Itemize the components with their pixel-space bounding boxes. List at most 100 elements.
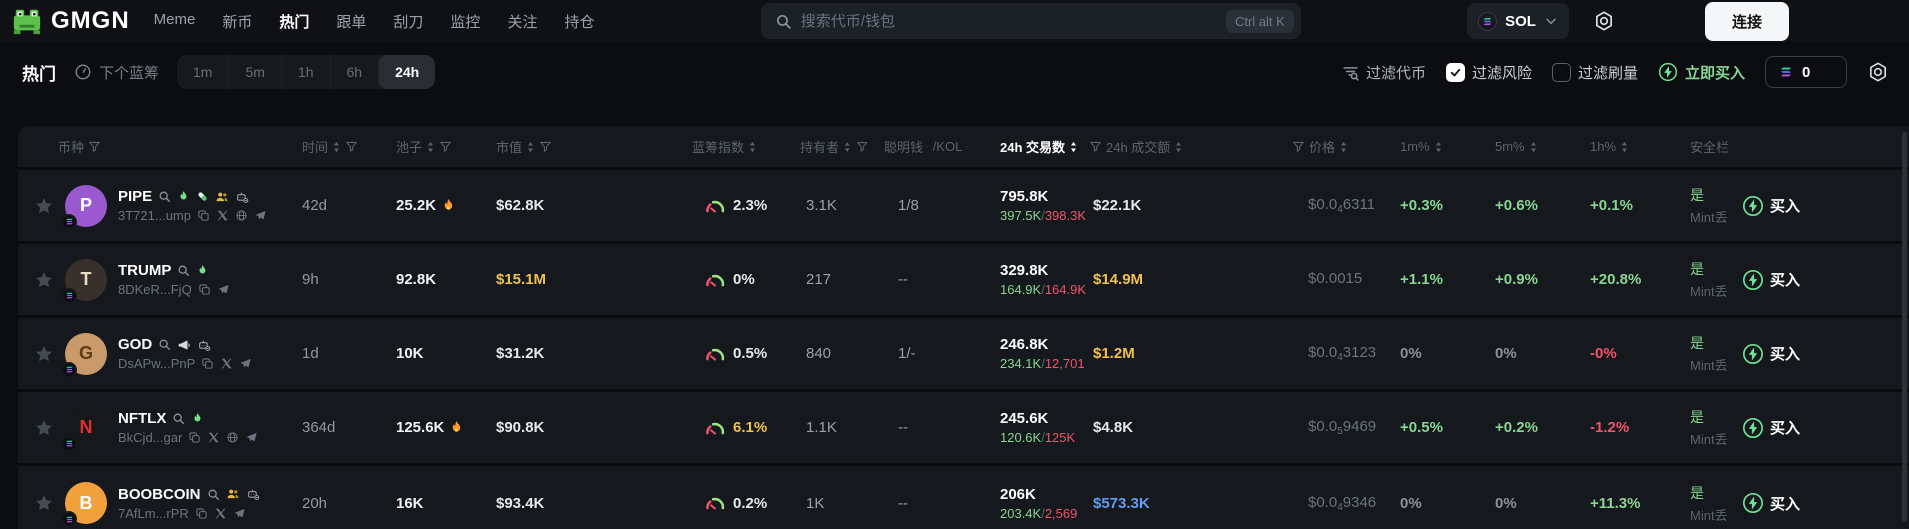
x-icon[interactable] <box>214 507 227 520</box>
buy-button[interactable]: 买入 <box>1742 492 1800 514</box>
buy-button[interactable]: 买入 <box>1742 195 1800 217</box>
sort-icon[interactable] <box>1529 140 1538 154</box>
search-bar[interactable]: Ctrl alt K <box>760 3 1301 39</box>
x-icon[interactable] <box>207 431 220 444</box>
filter-wash-toggle[interactable]: 过滤刷量 <box>1551 62 1638 83</box>
brand[interactable]: GMGN <box>12 6 130 36</box>
tab-24h[interactable]: 24h <box>379 55 436 89</box>
token-symbol[interactable]: NFTLX <box>118 410 166 427</box>
nav-item-holdings[interactable]: 持仓 <box>564 11 594 32</box>
header-volume[interactable]: 24h 成交额 <box>1083 137 1198 156</box>
telegram-icon[interactable] <box>233 507 246 520</box>
filter-funnel-icon[interactable] <box>1292 140 1305 153</box>
x-icon[interactable] <box>220 357 233 370</box>
header-bluechip[interactable]: 蓝筹指数 <box>592 137 776 156</box>
sort-icon[interactable] <box>332 140 341 154</box>
checkbox-unchecked-icon[interactable] <box>1551 62 1571 82</box>
favorite-star-icon[interactable] <box>34 493 54 513</box>
avatar[interactable]: G <box>61 332 107 378</box>
filter-funnel-icon[interactable] <box>345 140 358 153</box>
favorite-star-icon[interactable] <box>34 418 54 438</box>
list-settings-gear-icon[interactable] <box>1867 61 1889 83</box>
tab-5m[interactable]: 5m <box>229 55 282 89</box>
avatar[interactable]: B <box>61 482 107 527</box>
header-5m[interactable]: 5m% <box>1483 139 1578 154</box>
header-price[interactable]: 价格 <box>1198 137 1388 156</box>
token-symbol[interactable]: GOD <box>118 336 152 353</box>
buy-button[interactable]: 买入 <box>1742 417 1800 439</box>
telegram-icon[interactable] <box>239 357 252 370</box>
avatar[interactable]: N <box>61 406 107 452</box>
header-pool[interactable]: 池子 <box>372 137 472 156</box>
chain-selector[interactable]: SOL <box>1467 3 1569 39</box>
avatar[interactable]: P <box>61 184 107 230</box>
filter-funnel-icon[interactable] <box>539 140 552 153</box>
avatar[interactable]: T <box>61 258 107 304</box>
table-row[interactable]: T TRUMP 8DKeR...FjQ 9h 92.8K $15.1M 0% 2… <box>18 244 1909 318</box>
header-smart-kol[interactable]: 聪明钱 /KOL <box>868 137 968 156</box>
search-icon[interactable] <box>158 338 171 351</box>
telegram-icon[interactable] <box>254 209 267 222</box>
nav-item-copytrade[interactable]: 跟单 <box>336 11 366 32</box>
settings-gear-icon[interactable] <box>1593 10 1615 32</box>
header-time[interactable]: 时间 <box>276 137 372 156</box>
filter-funnel-icon[interactable] <box>1089 140 1102 153</box>
tab-1m[interactable]: 1m <box>177 55 230 89</box>
tab-1h[interactable]: 1h <box>282 55 331 89</box>
copy-icon[interactable] <box>198 283 211 296</box>
filter-risk-toggle[interactable]: 过滤风险 <box>1445 62 1532 83</box>
scrollbar[interactable] <box>1902 132 1907 522</box>
search-icon[interactable] <box>207 488 220 501</box>
table-row[interactable]: P PIPE 3T721...ump 42d 25.2K $62.8K 2.3%… <box>18 170 1909 244</box>
token-symbol[interactable]: TRUMP <box>118 262 171 279</box>
token-symbol[interactable]: BOOBCOIN <box>118 486 201 503</box>
token-symbol[interactable]: PIPE <box>118 188 152 205</box>
favorite-star-icon[interactable] <box>34 196 54 216</box>
instant-buy-toggle[interactable]: 立即买入 <box>1658 62 1745 83</box>
search-input[interactable] <box>800 12 1217 30</box>
telegram-icon[interactable] <box>245 431 258 444</box>
buy-button[interactable]: 买入 <box>1742 343 1800 365</box>
copy-icon[interactable] <box>201 357 214 370</box>
copy-icon[interactable] <box>188 431 201 444</box>
header-txs[interactable]: 24h 交易数 <box>968 137 1083 156</box>
search-icon[interactable] <box>177 264 190 277</box>
filter-token-button[interactable]: 过滤代币 <box>1342 62 1426 83</box>
sort-icon[interactable] <box>526 140 535 154</box>
sort-icon[interactable] <box>1434 140 1443 154</box>
table-row[interactable]: N NFTLX BkCjd...gar 364d 125.6K $90.8K 6… <box>18 392 1909 466</box>
header-holders[interactable]: 持有者 <box>776 137 868 156</box>
header-token[interactable]: 币种 <box>18 137 276 156</box>
filter-funnel-icon[interactable] <box>856 140 868 153</box>
x-icon[interactable] <box>216 209 229 222</box>
table-row[interactable]: G GOD DsAPw...PnP 1d 10K $31.2K 0.5% 840… <box>18 318 1909 392</box>
table-row[interactable]: B BOOBCOIN 7AfLm...rPR 20h 16K $93.4K 0.… <box>18 466 1909 529</box>
favorite-star-icon[interactable] <box>34 270 54 290</box>
sort-icon-active[interactable] <box>1069 140 1078 154</box>
header-1m[interactable]: 1m% <box>1388 139 1483 154</box>
nav-item-sniper[interactable]: 刮刀 <box>393 11 423 32</box>
globe-icon[interactable] <box>235 209 248 222</box>
favorite-star-icon[interactable] <box>34 344 54 364</box>
sort-icon[interactable] <box>843 140 852 154</box>
sort-icon[interactable] <box>426 140 435 154</box>
globe-icon[interactable] <box>226 431 239 444</box>
filter-funnel-icon[interactable] <box>439 140 452 153</box>
filter-funnel-icon[interactable] <box>88 140 101 153</box>
connect-button[interactable]: 连接 <box>1704 1 1789 41</box>
sort-icon[interactable] <box>748 140 757 154</box>
nav-item-monitor[interactable]: 监控 <box>450 11 480 32</box>
checkbox-checked-icon[interactable] <box>1445 62 1465 82</box>
buy-amount-input[interactable]: 0 <box>1765 56 1847 88</box>
copy-icon[interactable] <box>195 507 208 520</box>
sort-icon[interactable] <box>1339 140 1348 154</box>
copy-icon[interactable] <box>197 209 210 222</box>
nav-item-follow[interactable]: 关注 <box>507 11 537 32</box>
search-icon[interactable] <box>172 412 185 425</box>
nav-item-new[interactable]: 新币 <box>222 11 252 32</box>
header-mcap[interactable]: 市值 <box>472 137 592 156</box>
header-1h[interactable]: 1h% <box>1578 139 1678 154</box>
sort-icon[interactable] <box>927 140 929 154</box>
next-bluechip-link[interactable]: 下个蓝筹 <box>74 62 159 83</box>
sort-icon[interactable] <box>1174 140 1183 154</box>
